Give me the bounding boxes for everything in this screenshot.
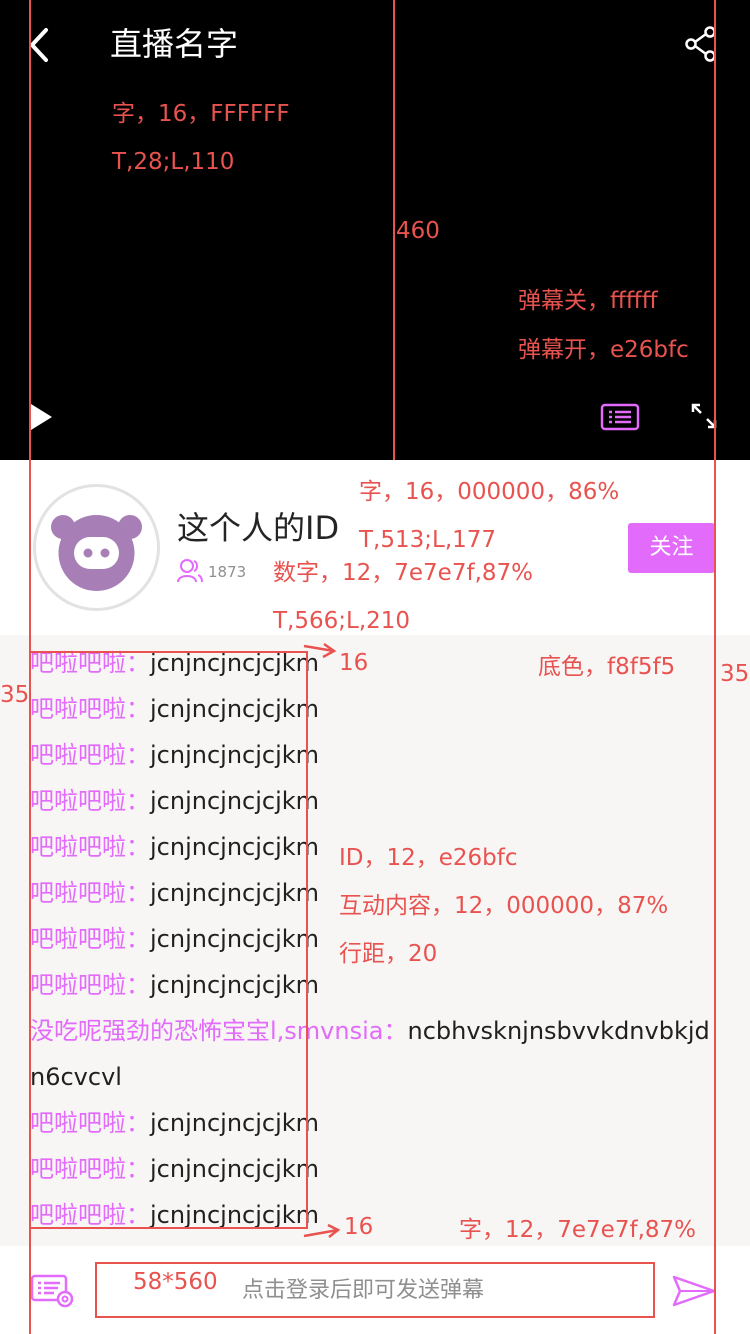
- follow-button[interactable]: 关注: [628, 523, 715, 573]
- anno-danmu-off: 弹幕关，ffffff: [518, 288, 658, 314]
- anno-chat-content-font: 互动内容，12，000000，87%: [339, 893, 669, 919]
- guide-right: [714, 0, 716, 1334]
- anno-input-size: 58*560: [133, 1269, 218, 1295]
- send-icon[interactable]: [672, 1274, 716, 1308]
- anno-margin-right: 35: [720, 661, 750, 687]
- viewers-icon: [177, 559, 203, 583]
- anno-bg-color: 底色，f8f5f5: [538, 654, 676, 680]
- chat-column-box: [29, 651, 308, 1229]
- anno-input-font: 字，12，7e7e7f,87%: [459, 1217, 696, 1243]
- arrow-icon: [303, 642, 337, 659]
- streamer-id: 这个人的ID: [177, 509, 340, 547]
- play-icon[interactable]: [28, 402, 54, 432]
- anno-id-pos: T,513;L,177: [359, 527, 497, 553]
- anno-chat-id-font: ID，12，e26bfc: [339, 845, 518, 871]
- guide-video-height: [393, 0, 395, 460]
- anno-id-font: 字，16，000000，86%: [359, 479, 620, 505]
- video-player[interactable]: 直播名字: [0, 0, 750, 460]
- viewer-count: 1873: [208, 563, 247, 581]
- settings-icon[interactable]: [30, 1274, 74, 1308]
- anno-margin-left: 35: [0, 682, 30, 708]
- stream-title: 直播名字: [110, 25, 239, 63]
- back-icon[interactable]: [28, 26, 54, 64]
- anno-title-font: 字，16，FFFFFF: [112, 101, 290, 127]
- anno-gap-top: 16: [339, 650, 369, 676]
- anno-danmu-on: 弹幕开，e26bfc: [518, 337, 689, 363]
- anno-line-spacing: 行距，20: [339, 941, 438, 967]
- danmu-icon[interactable]: [600, 402, 640, 432]
- arrow-icon: [303, 1223, 341, 1238]
- anno-count-font: 数字，12，7e7e7f,87%: [273, 560, 533, 586]
- anno-video-height: 460: [396, 218, 440, 244]
- avatar[interactable]: [33, 484, 160, 611]
- avatar-pig-icon: [51, 515, 142, 591]
- anno-gap-bottom: 16: [344, 1214, 374, 1240]
- anno-title-pos: T,28;L,110: [112, 149, 235, 175]
- share-icon[interactable]: [684, 26, 718, 62]
- anno-count-pos: T,566;L,210: [273, 608, 411, 634]
